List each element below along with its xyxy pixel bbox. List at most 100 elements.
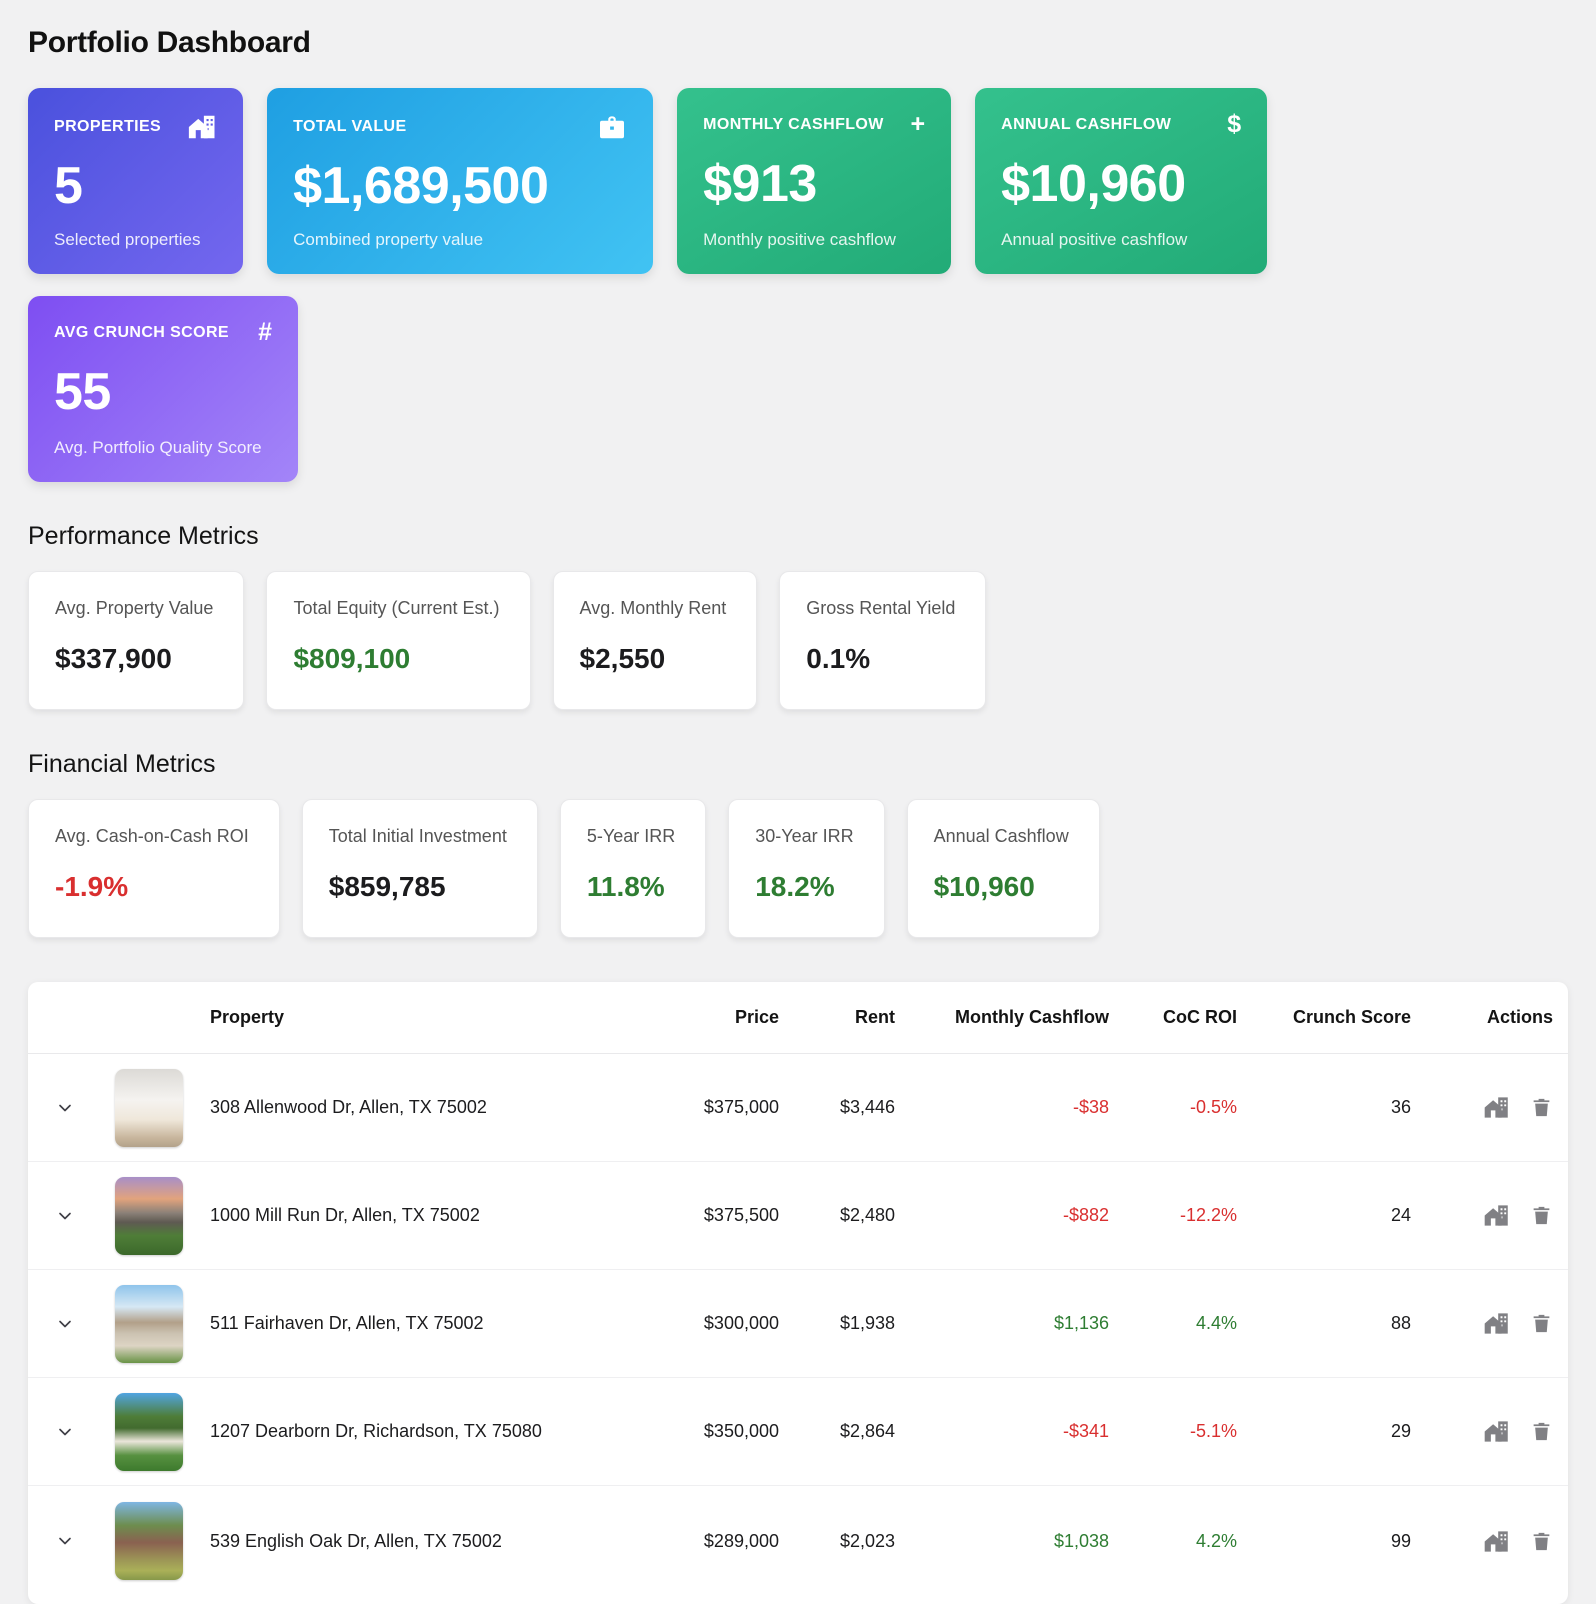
metric-value: 11.8% [587,871,675,903]
home-building-icon [1483,1094,1510,1121]
property-photo [115,1069,183,1147]
property-monthly-cashflow: $1,136 [910,1313,1124,1334]
home-building-icon [1483,1310,1510,1337]
property-price: $350,000 [672,1421,794,1442]
delete-property-button[interactable] [1530,1095,1553,1120]
table-row: 539 English Oak Dr, Allen, TX 75002 $289… [28,1486,1568,1604]
col-header-coc-roi: CoC ROI [1124,1007,1252,1028]
trash-icon [1530,1203,1553,1228]
chevron-down-icon [55,1206,75,1226]
expand-row-button[interactable] [52,1095,78,1121]
metric-label: Total Equity (Current Est.) [293,598,499,619]
properties-card-value: 5 [54,160,217,212]
property-price: $289,000 [672,1531,794,1552]
avg-crunch-score-card: AVG CRUNCH SCORE # 55 Avg. Portfolio Qua… [28,296,298,482]
property-crunch-score: 24 [1252,1205,1426,1226]
expand-row-button[interactable] [52,1528,78,1554]
metric-label: Gross Rental Yield [806,598,955,619]
metric-label: Annual Cashflow [934,826,1069,847]
avg-crunch-score-card-value: 55 [54,366,272,418]
delete-property-button[interactable] [1530,1203,1553,1228]
performance-metrics-cards: Avg. Property Value $337,900 Total Equit… [28,571,1568,710]
property-address: 1000 Mill Run Dr, Allen, TX 75002 [196,1205,672,1226]
property-rent: $3,446 [794,1097,910,1118]
table-header-row: Property Price Rent Monthly Cashflow CoC… [28,982,1568,1054]
table-row: 1207 Dearborn Dr, Richardson, TX 75080 $… [28,1378,1568,1486]
trash-icon [1530,1311,1553,1336]
property-address: 308 Allenwood Dr, Allen, TX 75002 [196,1097,672,1118]
financial-metrics-cards: Avg. Cash-on-Cash ROI -1.9% Total Initia… [28,799,1568,938]
property-monthly-cashflow: -$882 [910,1205,1124,1226]
metric-card-total-initial-investment: Total Initial Investment $859,785 [302,799,538,938]
monthly-cashflow-card-value: $913 [703,158,925,210]
metric-card-annual-cashflow: Annual Cashflow $10,960 [907,799,1100,938]
delete-property-button[interactable] [1530,1419,1553,1444]
delete-property-button[interactable] [1530,1529,1553,1554]
delete-property-button[interactable] [1530,1311,1553,1336]
property-address: 1207 Dearborn Dr, Richardson, TX 75080 [196,1421,672,1442]
property-coc-roi: -0.5% [1124,1097,1252,1118]
metric-label: Avg. Property Value [55,598,213,619]
view-property-button[interactable] [1483,1202,1510,1229]
table-row: 308 Allenwood Dr, Allen, TX 75002 $375,0… [28,1054,1568,1162]
chevron-down-icon [55,1098,75,1118]
table-row: 511 Fairhaven Dr, Allen, TX 75002 $300,0… [28,1270,1568,1378]
financial-metrics-heading: Financial Metrics [28,750,1568,779]
summary-cards-row: PROPERTIES 5 Selected properties TOTAL V… [28,88,1568,274]
properties-card-subtitle: Selected properties [54,230,217,250]
total-value-card-label: TOTAL VALUE [293,118,406,136]
view-property-button[interactable] [1483,1310,1510,1337]
chevron-down-icon [55,1422,75,1442]
expand-row-button[interactable] [52,1311,78,1337]
property-coc-roi: 4.2% [1124,1531,1252,1552]
property-price: $300,000 [672,1313,794,1334]
property-coc-roi: -5.1% [1124,1421,1252,1442]
metric-card-5-year-irr: 5-Year IRR 11.8% [560,799,706,938]
expand-row-button[interactable] [52,1203,78,1229]
property-price: $375,500 [672,1205,794,1226]
property-photo [115,1502,183,1580]
view-property-button[interactable] [1483,1418,1510,1445]
property-monthly-cashflow: $1,038 [910,1531,1124,1552]
property-photo [115,1177,183,1255]
expand-row-button[interactable] [52,1419,78,1445]
metric-label: 5-Year IRR [587,826,675,847]
property-photo [115,1285,183,1363]
property-coc-roi: 4.4% [1124,1313,1252,1334]
home-building-icon [1483,1418,1510,1445]
properties-table: Property Price Rent Monthly Cashflow CoC… [28,982,1568,1604]
property-crunch-score: 99 [1252,1531,1426,1552]
metric-value: $859,785 [329,871,507,903]
view-property-button[interactable] [1483,1528,1510,1555]
monthly-cashflow-card-subtitle: Monthly positive cashflow [703,230,925,250]
total-value-card-subtitle: Combined property value [293,230,627,250]
metric-label: Avg. Monthly Rent [580,598,727,619]
metric-card-avg-property-value: Avg. Property Value $337,900 [28,571,244,710]
annual-cashflow-card-label: ANNUAL CASHFLOW [1001,116,1171,134]
col-header-crunch-score: Crunch Score [1252,1007,1426,1028]
properties-card-label: PROPERTIES [54,118,161,136]
property-price: $375,000 [672,1097,794,1118]
table-row: 1000 Mill Run Dr, Allen, TX 75002 $375,5… [28,1162,1568,1270]
metric-card-avg-coc-roi: Avg. Cash-on-Cash ROI -1.9% [28,799,280,938]
property-address: 511 Fairhaven Dr, Allen, TX 75002 [196,1313,672,1334]
chevron-down-icon [55,1314,75,1334]
property-monthly-cashflow: -$38 [910,1097,1124,1118]
view-property-button[interactable] [1483,1094,1510,1121]
property-crunch-score: 36 [1252,1097,1426,1118]
trash-icon [1530,1419,1553,1444]
property-monthly-cashflow: -$341 [910,1421,1124,1442]
briefcase-icon [597,112,627,142]
metric-card-total-equity: Total Equity (Current Est.) $809,100 [266,571,530,710]
metric-value: $2,550 [580,643,727,675]
metric-label: 30-Year IRR [755,826,853,847]
metric-value: $10,960 [934,871,1069,903]
property-rent: $2,023 [794,1531,910,1552]
trash-icon [1530,1529,1553,1554]
summary-cards-row-2: AVG CRUNCH SCORE # 55 Avg. Portfolio Qua… [28,296,1568,482]
annual-cashflow-card: ANNUAL CASHFLOW $ $10,960 Annual positiv… [975,88,1267,274]
home-building-icon [187,112,217,142]
monthly-cashflow-card: MONTHLY CASHFLOW + $913 Monthly positive… [677,88,951,274]
metric-value: 18.2% [755,871,853,903]
col-header-rent: Rent [794,1007,910,1028]
